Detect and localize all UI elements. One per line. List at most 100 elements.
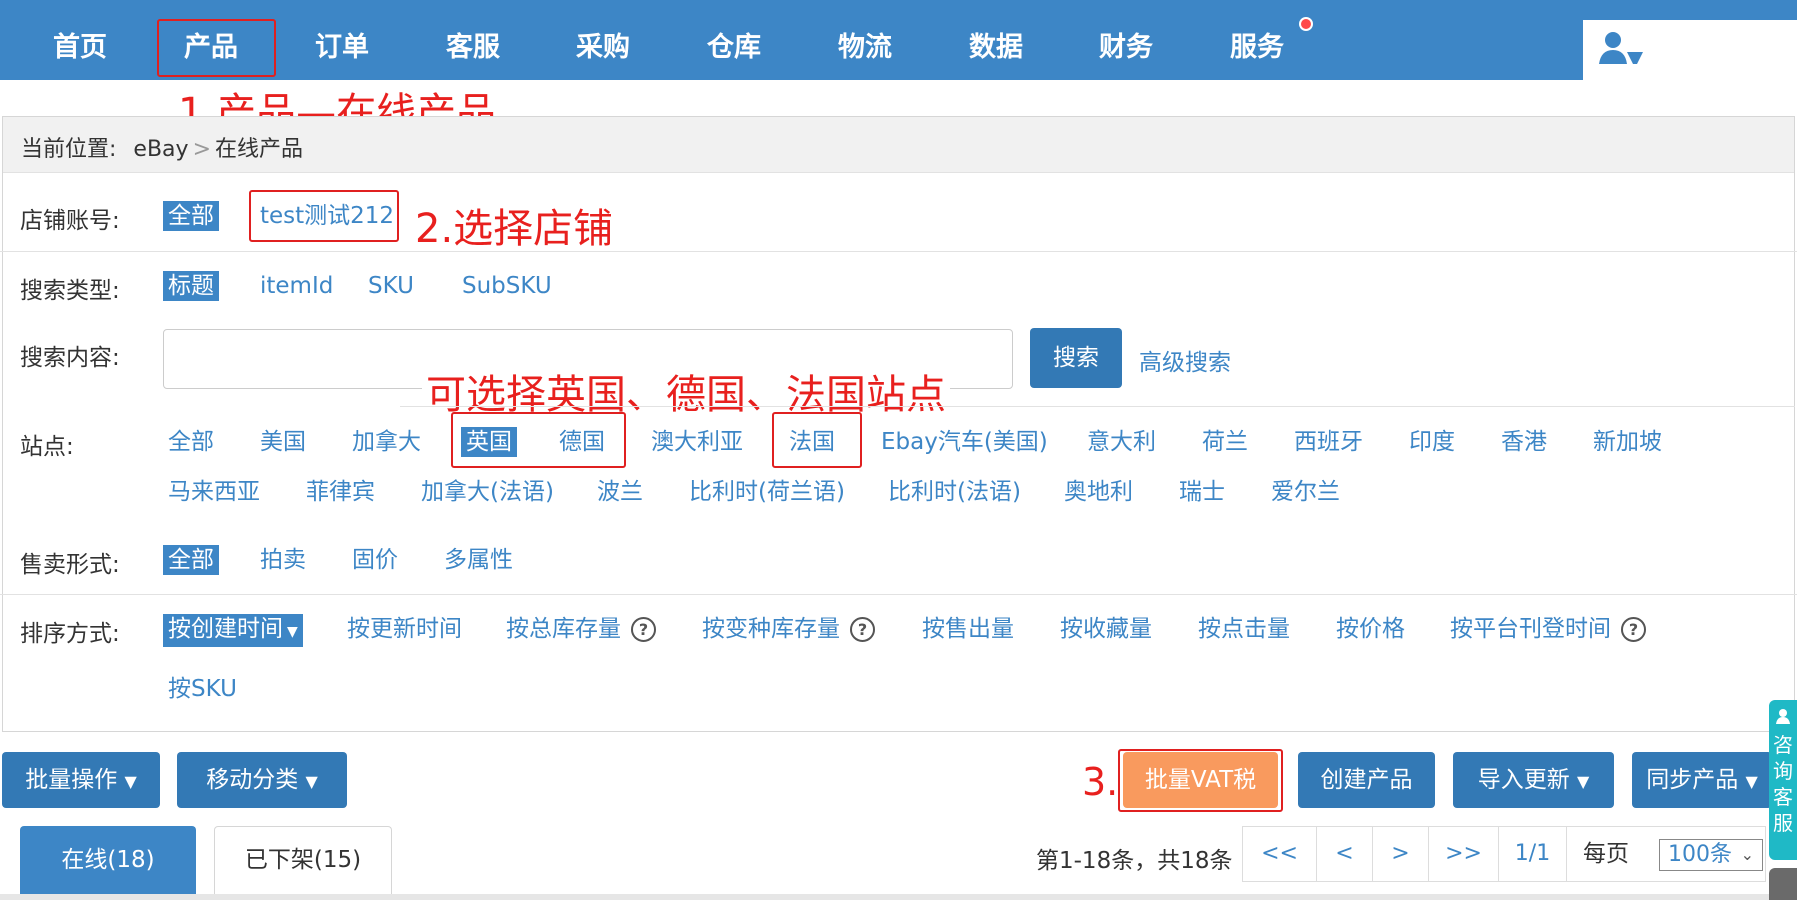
sort-total-stock-label: 按总库存量	[506, 616, 621, 642]
divider	[400, 406, 1795, 407]
site-india[interactable]: 印度	[1409, 427, 1455, 457]
breadcrumb-bar: 当前位置: eBay > 在线产品	[3, 117, 1794, 173]
breadcrumb-separator: >	[192, 137, 211, 162]
import-update-button[interactable]: 导入更新 ▼	[1453, 752, 1614, 808]
sale-type-all[interactable]: 全部	[163, 545, 219, 575]
sort-sold[interactable]: 按售出量	[922, 614, 1014, 644]
pagination: << < > >> 1/1 每页 100条 ⌄	[1242, 826, 1766, 882]
nav-item-home[interactable]: 首页	[53, 0, 107, 80]
nav-item-data[interactable]: 数据	[969, 0, 1023, 80]
bulk-ops-button[interactable]: 批量操作 ▼	[2, 752, 160, 808]
site-belgium-fr[interactable]: 比利时(法语)	[888, 477, 1021, 507]
site-canada-fr[interactable]: 加拿大(法语)	[421, 477, 554, 507]
search-type-itemid[interactable]: itemId	[260, 271, 333, 301]
store-option-all[interactable]: 全部	[163, 201, 219, 231]
site-ebay-motors-us[interactable]: Ebay汽车(美国)	[881, 427, 1048, 457]
create-product-button[interactable]: 创建产品	[1298, 752, 1435, 808]
expand-toggle-icon[interactable]	[1769, 868, 1797, 900]
sort-listing-time-label: 按平台刊登时间	[1450, 616, 1611, 642]
help-icon[interactable]: ?	[850, 617, 875, 642]
annotation-box-store	[249, 190, 399, 242]
search-type-title[interactable]: 标题	[163, 271, 219, 301]
sort-create-time-label: 按创建时间	[168, 616, 283, 642]
chevron-down-icon: ⌄	[1740, 845, 1754, 864]
user-icon	[1776, 709, 1790, 724]
next-page-button[interactable]: >	[1373, 827, 1429, 881]
site-australia[interactable]: 澳大利亚	[651, 427, 743, 457]
site-spain[interactable]: 西班牙	[1294, 427, 1363, 457]
advanced-search-link[interactable]: 高级搜索	[1139, 343, 1231, 377]
site-hongkong[interactable]: 香港	[1501, 427, 1547, 457]
annotation-step2: 2.选择店铺	[415, 206, 614, 252]
sort-create-time[interactable]: 按创建时间 ▼	[163, 614, 303, 647]
site-all[interactable]: 全部	[168, 427, 214, 457]
site-label: 站点:	[20, 434, 74, 460]
search-type-sku[interactable]: SKU	[368, 271, 414, 301]
sale-type-multi[interactable]: 多属性	[444, 545, 513, 575]
move-category-button[interactable]: 移动分类 ▼	[177, 752, 347, 808]
bulk-ops-label: 批量操作	[25, 767, 118, 793]
nav-item-order[interactable]: 订单	[315, 0, 369, 80]
sale-type-auction[interactable]: 拍卖	[260, 545, 306, 575]
tab-online[interactable]: 在线(18)	[20, 826, 196, 900]
site-singapore[interactable]: 新加坡	[1593, 427, 1662, 457]
site-canada[interactable]: 加拿大	[352, 427, 421, 457]
sale-type-label: 售卖形式:	[20, 552, 120, 578]
caret-down-icon: ▼	[124, 772, 137, 791]
breadcrumb-current: 在线产品	[215, 137, 304, 162]
nav-item-purchase[interactable]: 采购	[576, 0, 630, 80]
sort-sku[interactable]: 按SKU	[168, 674, 237, 704]
search-type-label: 搜索类型:	[20, 278, 120, 304]
nav-item-finance[interactable]: 财务	[1099, 0, 1153, 80]
user-panel	[1583, 20, 1797, 80]
annotation-step3: 3.	[1082, 760, 1119, 804]
first-page-button[interactable]: <<	[1243, 827, 1317, 881]
search-type-subsku[interactable]: SubSKU	[462, 271, 552, 301]
breadcrumb-label: 当前位置:	[21, 137, 117, 162]
caret-down-icon: ▼	[1577, 772, 1590, 791]
breadcrumb-root[interactable]: eBay	[133, 137, 188, 162]
annotation-box-product	[157, 19, 276, 77]
search-button[interactable]: 搜索	[1030, 328, 1122, 388]
annotation-box-uk-de	[451, 412, 626, 468]
site-ireland[interactable]: 爱尔兰	[1271, 477, 1340, 507]
sort-favorites[interactable]: 按收藏量	[1060, 614, 1152, 644]
site-switzerland[interactable]: 瑞士	[1179, 477, 1225, 507]
prev-page-button[interactable]: <	[1317, 827, 1373, 881]
sort-variant-stock[interactable]: 按变种库存量?	[702, 614, 875, 644]
pagination-info: 第1-18条，共18条	[1036, 848, 1233, 874]
site-us[interactable]: 美国	[260, 427, 306, 457]
sort-clicks[interactable]: 按点击量	[1198, 614, 1290, 644]
nav-item-warehouse[interactable]: 仓库	[707, 0, 761, 80]
bulk-vat-button[interactable]: 批量VAT税	[1123, 752, 1278, 808]
site-malaysia[interactable]: 马来西亚	[168, 477, 260, 507]
help-icon[interactable]: ?	[1621, 617, 1646, 642]
breadcrumb: 当前位置: eBay > 在线产品	[21, 131, 303, 163]
site-austria[interactable]: 奥地利	[1064, 477, 1133, 507]
tab-offline[interactable]: 已下架(15)	[214, 826, 392, 900]
sync-product-button[interactable]: 同步产品 ▼	[1632, 752, 1772, 808]
sort-price[interactable]: 按价格	[1336, 614, 1405, 644]
site-belgium-nl[interactable]: 比利时(荷兰语)	[689, 477, 845, 507]
site-italy[interactable]: 意大利	[1087, 427, 1156, 457]
nav-item-services[interactable]: 服务	[1230, 0, 1284, 80]
sale-type-fixed[interactable]: 固价	[352, 545, 398, 575]
nav-item-service[interactable]: 客服	[446, 0, 500, 80]
per-page-value: 100条	[1668, 842, 1732, 867]
user-icon[interactable]	[1597, 30, 1647, 70]
site-philippines[interactable]: 菲律宾	[306, 477, 375, 507]
divider	[0, 594, 1797, 595]
help-icon[interactable]: ?	[631, 617, 656, 642]
import-update-label: 导入更新	[1477, 767, 1570, 793]
sort-total-stock[interactable]: 按总库存量?	[506, 614, 656, 644]
page-indicator: 1/1	[1499, 827, 1567, 881]
sort-update-time[interactable]: 按更新时间	[347, 614, 462, 644]
sort-listing-time[interactable]: 按平台刊登时间?	[1450, 614, 1646, 644]
sort-variant-stock-label: 按变种库存量	[702, 616, 840, 642]
nav-item-logistics[interactable]: 物流	[838, 0, 892, 80]
site-netherlands[interactable]: 荷兰	[1202, 427, 1248, 457]
per-page-select[interactable]: 100条 ⌄	[1659, 839, 1763, 871]
customer-service-widget[interactable]: 咨询客服	[1769, 700, 1797, 860]
site-poland[interactable]: 波兰	[597, 477, 643, 507]
last-page-button[interactable]: >>	[1429, 827, 1499, 881]
